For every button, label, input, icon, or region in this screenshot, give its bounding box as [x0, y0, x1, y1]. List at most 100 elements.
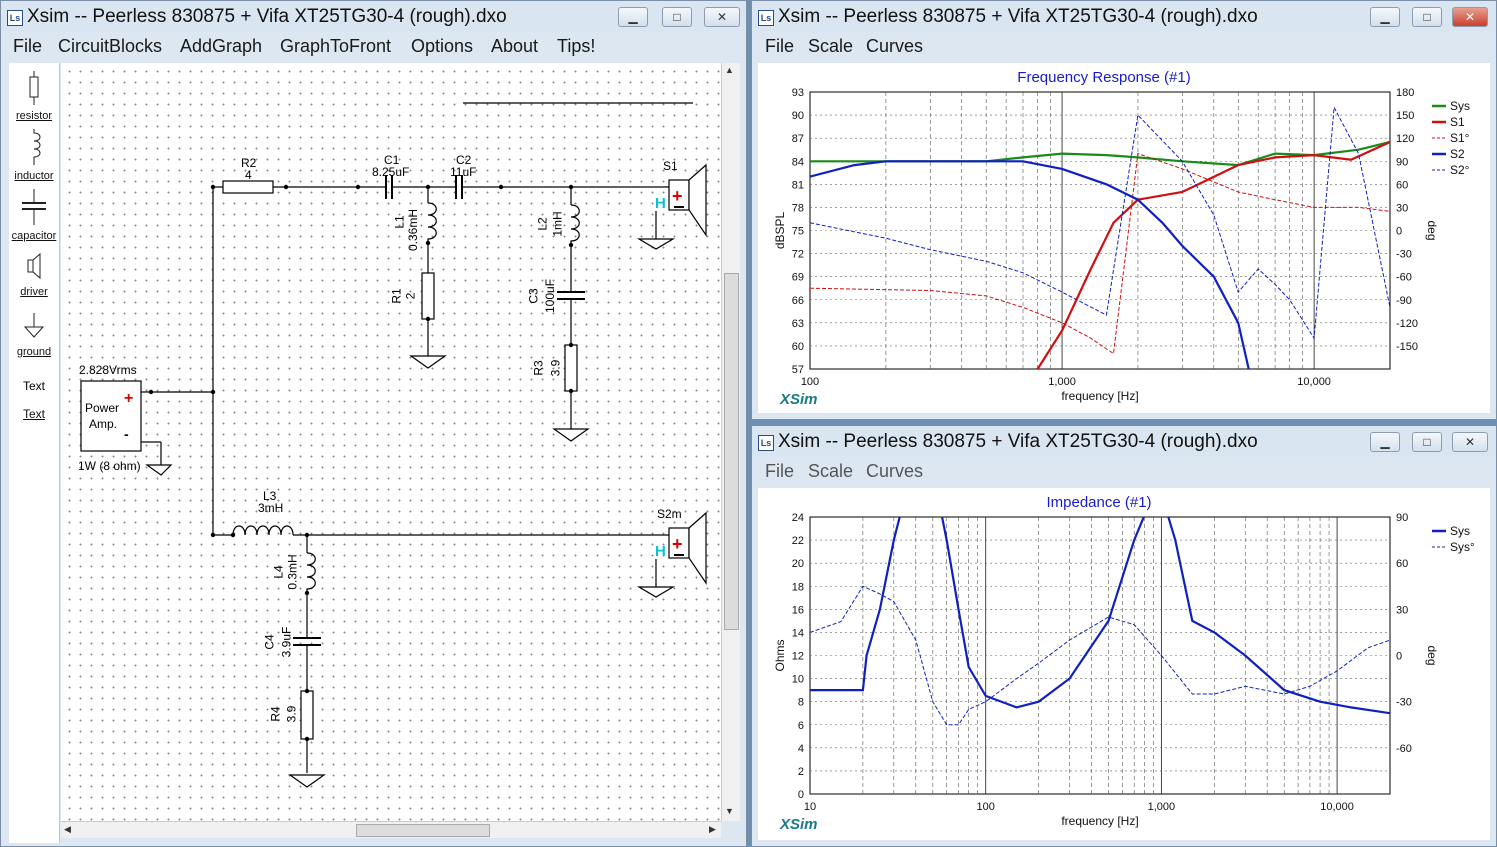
s1-name: S1	[663, 159, 678, 173]
svg-text:H: H	[655, 195, 666, 212]
y-tick-label: 81	[792, 179, 804, 191]
legend-label: Sys	[1450, 524, 1470, 538]
y-tick-label: 93	[792, 87, 804, 99]
y-tick-label: 4	[798, 743, 804, 755]
scroll-right-arrow[interactable]: ▶	[709, 824, 716, 835]
menu-scale[interactable]: Scale	[808, 461, 853, 482]
hscroll-thumb[interactable]	[356, 824, 490, 837]
scroll-down-arrow[interactable]: ▼	[725, 806, 734, 816]
speaker-s2: + H	[655, 511, 707, 585]
close-button[interactable]: ✕	[704, 7, 740, 27]
tool-capacitor[interactable]: capacitor	[9, 189, 59, 242]
menu-file[interactable]: File	[765, 36, 794, 57]
y-tick-label: 24	[792, 512, 804, 524]
x-axis-title: frequency [Hz]	[1061, 389, 1138, 403]
tool-label: ground	[16, 346, 52, 358]
minimize-button[interactable]: ▁	[618, 7, 648, 27]
menu-tips[interactable]: Tips!	[557, 36, 595, 57]
y-axis-title: Ohms	[773, 639, 787, 671]
speaker-s1: + H	[655, 163, 707, 237]
frequency-titlebar[interactable]: Ls Xsim -- Peerless 830875 + Vifa XT25TG…	[752, 1, 1496, 31]
impedance-titlebar[interactable]: Ls Xsim -- Peerless 830875 + Vifa XT25TG…	[752, 426, 1496, 456]
schematic-window: Ls Xsim -- Peerless 830875 + Vifa XT25TG…	[0, 0, 747, 847]
close-button[interactable]: ✕	[1452, 432, 1488, 452]
y-tick-label: 16	[792, 604, 804, 616]
r1-value: 2	[403, 292, 418, 300]
y2-tick-label: 60	[1396, 179, 1408, 191]
y2-tick-label: -150	[1396, 341, 1418, 353]
menu-about[interactable]: About	[491, 36, 538, 57]
menu-curves[interactable]: Curves	[866, 461, 923, 482]
vertical-scrollbar[interactable]: ▲ ▼	[721, 63, 740, 821]
tool-label: Text	[22, 407, 45, 421]
schematic-canvas[interactable]: + - + H + H 2.828Vrms Power Amp. 1W (8 o…	[61, 63, 721, 821]
y2-tick-label: 120	[1396, 133, 1414, 145]
y-tick-label: 18	[792, 581, 804, 593]
minimize-button[interactable]: ▁	[1370, 7, 1400, 27]
tool-inductor[interactable]: inductor	[9, 129, 59, 182]
y2-axis-title: deg	[1425, 220, 1439, 240]
legend-label: S1	[1450, 115, 1465, 129]
scroll-left-arrow[interactable]: ◀	[64, 824, 71, 835]
y-tick-label: 6	[798, 720, 804, 732]
maximize-button[interactable]: □	[1412, 432, 1442, 452]
impedance-window: Ls Xsim -- Peerless 830875 + Vifa XT25TG…	[751, 425, 1497, 847]
y-tick-label: 10	[792, 674, 804, 686]
l4-value: 0.3mH	[285, 554, 300, 590]
y2-tick-label: 30	[1396, 202, 1408, 214]
tool-label: capacitor	[11, 230, 57, 242]
tool-text-box[interactable]: Text	[9, 377, 59, 395]
tool-resistor[interactable]: resistor	[9, 71, 59, 122]
x-tick-label: 100	[801, 376, 819, 388]
impedance-chart: 024681012141618202224 9060300-30-6010 100 1…	[773, 512, 1475, 828]
minimize-button[interactable]: ▁	[1370, 432, 1400, 452]
c1-value: 8.25uF	[372, 165, 410, 179]
menu-file[interactable]: File	[13, 36, 42, 57]
impedance-menubar: File Scale Curves	[752, 456, 1496, 486]
menu-addgraph[interactable]: AddGraph	[180, 36, 262, 57]
maximize-button[interactable]: □	[662, 7, 692, 27]
y-tick-label: 12	[792, 651, 804, 663]
xsim-app-icon: Ls	[758, 10, 774, 26]
frequency-response-chart: 57 60 63 66 69 72 75 78 81 84 87 90 93 180 150 120 90 60 3…	[773, 87, 1470, 403]
scroll-thumb[interactable]	[724, 273, 739, 630]
y2-tick-label: 150	[1396, 110, 1414, 122]
y2-tick-label: 30	[1396, 604, 1408, 616]
close-button[interactable]: ✕	[1452, 7, 1488, 27]
x-tick-label: 1,000	[1048, 376, 1076, 388]
l3-value: 3mH	[258, 501, 284, 515]
frequency-window-title: Xsim -- Peerless 830875 + Vifa XT25TG30-…	[778, 6, 1258, 27]
y-tick-label: 90	[792, 110, 804, 122]
tool-ground[interactable]: ground	[9, 313, 59, 358]
y-tick-label: 14	[792, 627, 804, 639]
menu-graphtofront[interactable]: GraphToFront	[280, 36, 391, 57]
y2-tick-label: 60	[1396, 558, 1408, 570]
menu-scale[interactable]: Scale	[808, 36, 853, 57]
horizontal-scrollbar[interactable]: ◀ ▶	[61, 821, 721, 838]
y2-tick-label: 0	[1396, 651, 1402, 663]
schematic-titlebar[interactable]: Ls Xsim -- Peerless 830875 + Vifa XT25TG…	[1, 1, 746, 31]
y-tick-label: 20	[792, 558, 804, 570]
menu-curves[interactable]: Curves	[866, 36, 923, 57]
menu-circuitblocks[interactable]: CircuitBlocks	[58, 36, 162, 57]
y2-tick-label: -120	[1396, 318, 1418, 330]
y2-tick-label: -60	[1396, 272, 1412, 284]
c2-value: 11uF	[450, 165, 477, 179]
r1-name: R1	[389, 288, 404, 304]
schematic-menubar: File CircuitBlocks AddGraph GraphToFront…	[1, 31, 746, 61]
scroll-up-arrow[interactable]: ▲	[725, 65, 734, 75]
y2-tick-label: -30	[1396, 249, 1412, 261]
menu-file[interactable]: File	[765, 461, 794, 482]
xsim-app-icon: Ls	[758, 435, 774, 451]
y-tick-label: 0	[798, 789, 804, 801]
amp-plus: +	[124, 390, 133, 407]
r3-value: 3.9	[548, 359, 563, 377]
maximize-button[interactable]: □	[1412, 7, 1442, 27]
frequency-menubar: File Scale Curves	[752, 31, 1496, 61]
menu-options[interactable]: Options	[411, 36, 473, 57]
tool-text[interactable]: Text	[9, 407, 59, 421]
frequency-window: Ls Xsim -- Peerless 830875 + Vifa XT25TG…	[751, 0, 1497, 420]
tool-driver[interactable]: driver	[9, 251, 59, 298]
r4-value: 3.9	[284, 705, 299, 723]
y2-tick-label: 90	[1396, 512, 1408, 524]
